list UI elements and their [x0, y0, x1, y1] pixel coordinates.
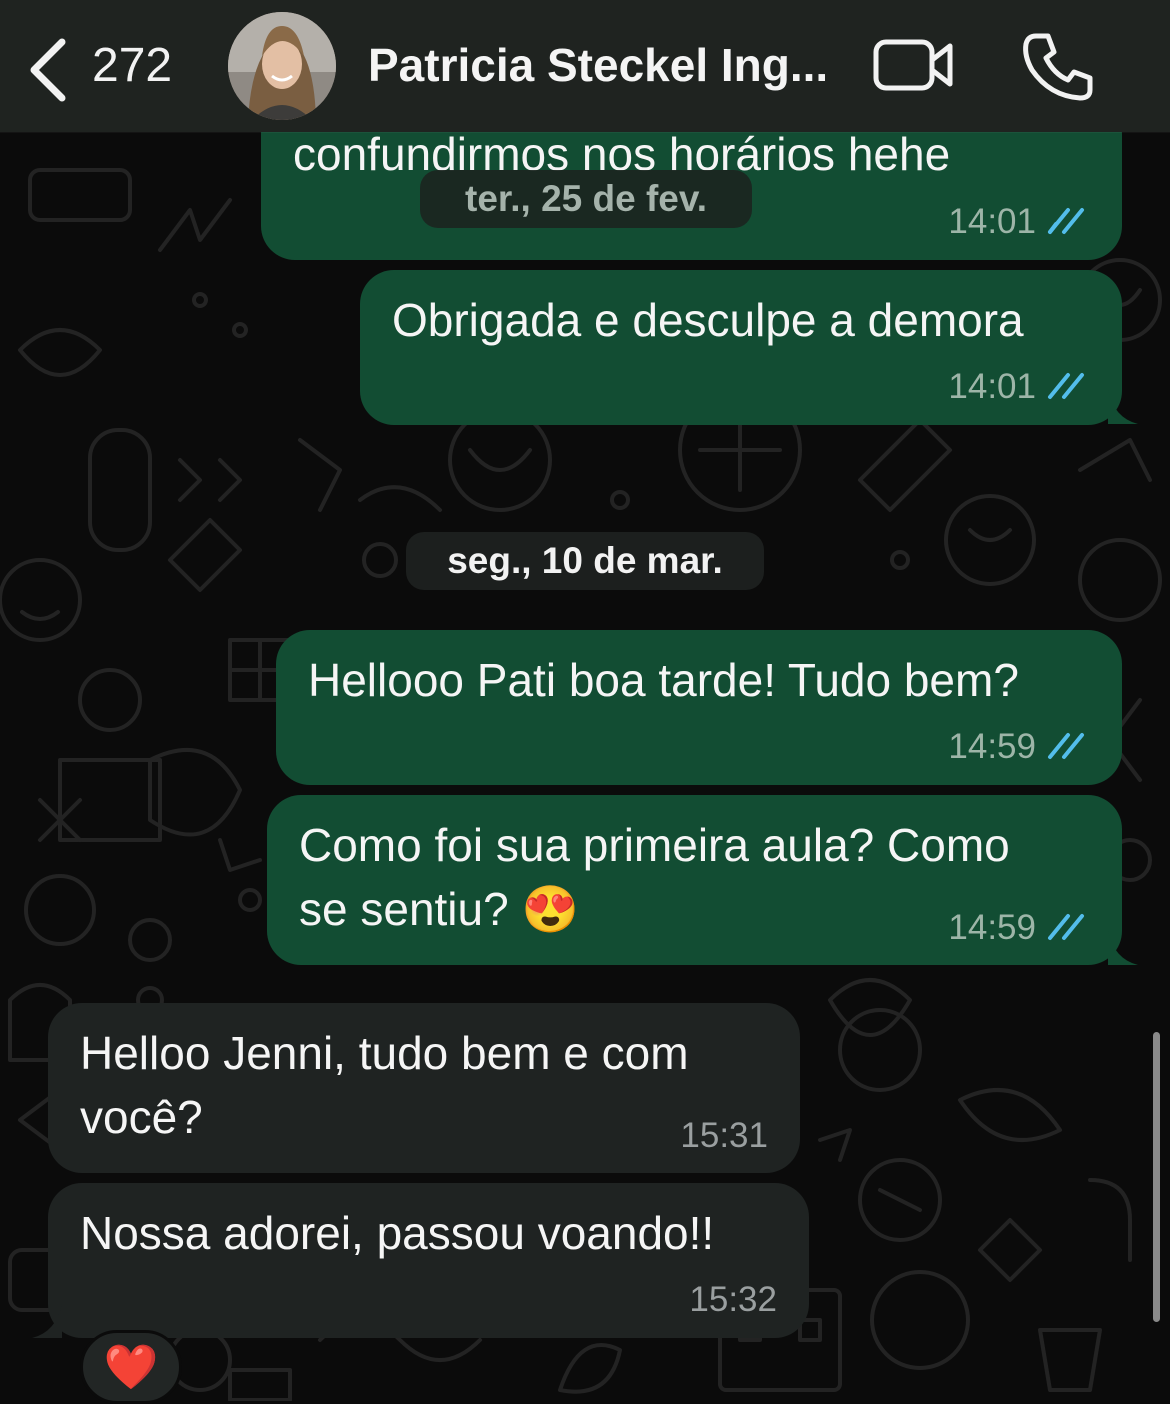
message-time: 15:31	[680, 1116, 768, 1155]
message-bubble-outgoing[interactable]: Obrigada e desculpe a demora 14:01	[360, 270, 1122, 425]
video-call-icon	[873, 39, 953, 91]
bubble-tail	[32, 1304, 62, 1338]
message-bubble-outgoing[interactable]: Hellooo Pati boa tarde! Tudo bem? 14:59	[276, 630, 1122, 785]
message-time: 14:59	[948, 727, 1036, 766]
message-time: 14:01	[948, 367, 1036, 406]
bubble-tail	[1108, 390, 1138, 424]
date-separator: seg., 10 de mar.	[406, 532, 764, 590]
message-text: Helloo Jenni, tudo bem e com	[80, 1027, 689, 1079]
chat-header: 272 Patricia Steckel Ing...	[0, 0, 1170, 132]
read-ticks-icon	[1048, 914, 1084, 940]
contact-avatar[interactable]	[228, 12, 336, 120]
avatar-photo	[228, 12, 336, 120]
message-time: 14:01	[948, 202, 1036, 241]
message-text: você?	[80, 1091, 203, 1143]
message-time: 14:59	[948, 908, 1036, 947]
heart-reaction[interactable]: ❤️	[80, 1330, 182, 1404]
message-bubble-incoming[interactable]: Nossa adorei, passou voando!! 15:32	[48, 1183, 809, 1338]
video-call-button[interactable]	[868, 30, 958, 102]
message-time: 15:32	[689, 1280, 777, 1319]
message-bubble-outgoing[interactable]: Como foi sua primeira aula? Como se sent…	[267, 795, 1122, 965]
message-text: Hellooo Pati boa tarde! Tudo bem?	[308, 654, 1019, 706]
chevron-left-icon	[30, 38, 66, 102]
read-ticks-icon	[1048, 733, 1084, 759]
voice-call-button[interactable]	[1018, 28, 1098, 104]
contact-name[interactable]: Patricia Steckel Ing...	[368, 38, 858, 92]
message-text: Como foi sua primeira aula? Como	[299, 819, 1010, 871]
message-bubble-incoming[interactable]: Helloo Jenni, tudo bem e com você? 15:31	[48, 1003, 800, 1173]
read-ticks-icon	[1048, 208, 1084, 234]
floating-date-chip: ter., 25 de fev.	[420, 170, 752, 228]
message-text: Nossa adorei, passou voando!!	[80, 1207, 715, 1259]
message-text: Obrigada e desculpe a demora	[392, 294, 1024, 346]
read-ticks-icon	[1048, 373, 1084, 399]
unread-count: 272	[92, 39, 173, 92]
message-text: se sentiu? 😍	[299, 883, 579, 935]
bubble-tail	[1108, 931, 1138, 965]
back-button[interactable]: 272	[22, 28, 192, 108]
phone-icon	[1023, 33, 1093, 101]
scrollbar[interactable]	[1153, 1032, 1160, 1322]
